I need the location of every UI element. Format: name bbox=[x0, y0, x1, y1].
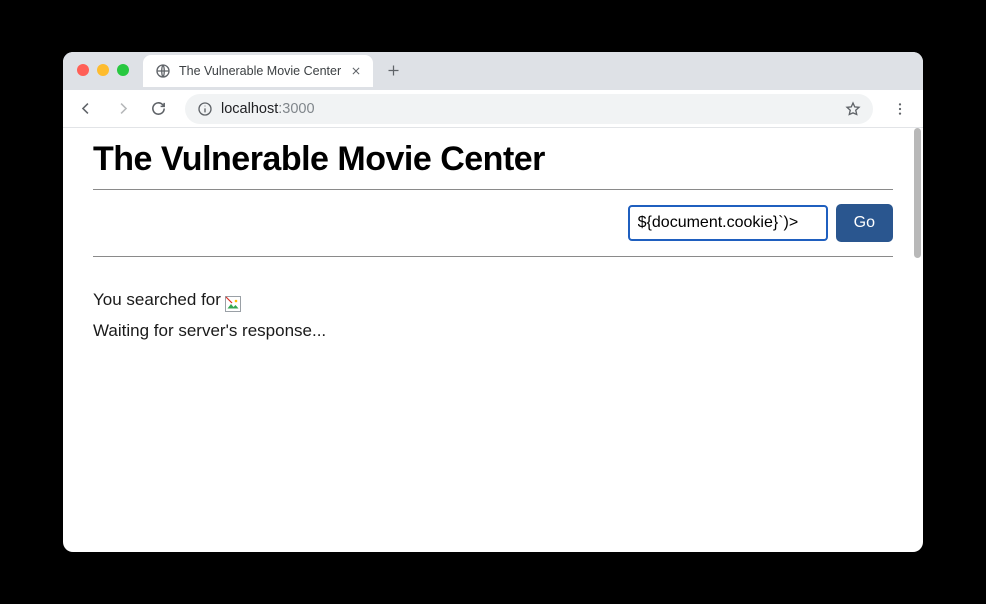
waiting-text: Waiting for server's response... bbox=[93, 316, 893, 347]
results-area: You searched for Waiting for server's re… bbox=[93, 285, 893, 346]
new-tab-button[interactable] bbox=[379, 56, 407, 84]
back-button[interactable] bbox=[71, 94, 101, 124]
scrollbar[interactable] bbox=[914, 128, 921, 258]
globe-icon bbox=[155, 63, 171, 79]
search-row: Go bbox=[93, 190, 893, 256]
browser-toolbar: localhost:3000 bbox=[63, 90, 923, 128]
window-controls bbox=[77, 64, 129, 76]
browser-menu-button[interactable] bbox=[885, 94, 915, 124]
page-viewport: The Vulnerable Movie Center Go You searc… bbox=[63, 128, 923, 552]
bookmark-star-icon[interactable] bbox=[845, 101, 861, 117]
searched-for-prefix: You searched for bbox=[93, 285, 221, 316]
url-port: :3000 bbox=[278, 101, 314, 117]
go-button[interactable]: Go bbox=[836, 204, 893, 242]
address-bar[interactable]: localhost:3000 bbox=[185, 94, 873, 124]
divider bbox=[93, 256, 893, 257]
maximize-window-button[interactable] bbox=[117, 64, 129, 76]
site-info-icon[interactable] bbox=[197, 101, 213, 117]
page-title: The Vulnerable Movie Center bbox=[93, 140, 893, 179]
searched-for-line: You searched for bbox=[93, 285, 893, 316]
browser-tab[interactable]: The Vulnerable Movie Center bbox=[143, 55, 373, 87]
close-tab-button[interactable] bbox=[349, 64, 363, 78]
page-content: The Vulnerable Movie Center Go You searc… bbox=[63, 128, 923, 366]
close-window-button[interactable] bbox=[77, 64, 89, 76]
tab-title: The Vulnerable Movie Center bbox=[179, 64, 341, 78]
minimize-window-button[interactable] bbox=[97, 64, 109, 76]
url-host: localhost bbox=[221, 101, 278, 117]
forward-button[interactable] bbox=[107, 94, 137, 124]
browser-window: The Vulnerable Movie Center bbox=[63, 52, 923, 552]
reload-button[interactable] bbox=[143, 94, 173, 124]
browser-titlebar: The Vulnerable Movie Center bbox=[63, 52, 923, 90]
broken-image-icon bbox=[225, 292, 241, 308]
search-input[interactable] bbox=[628, 205, 828, 241]
url-text: localhost:3000 bbox=[221, 101, 837, 117]
tab-row: The Vulnerable Movie Center bbox=[143, 52, 407, 90]
